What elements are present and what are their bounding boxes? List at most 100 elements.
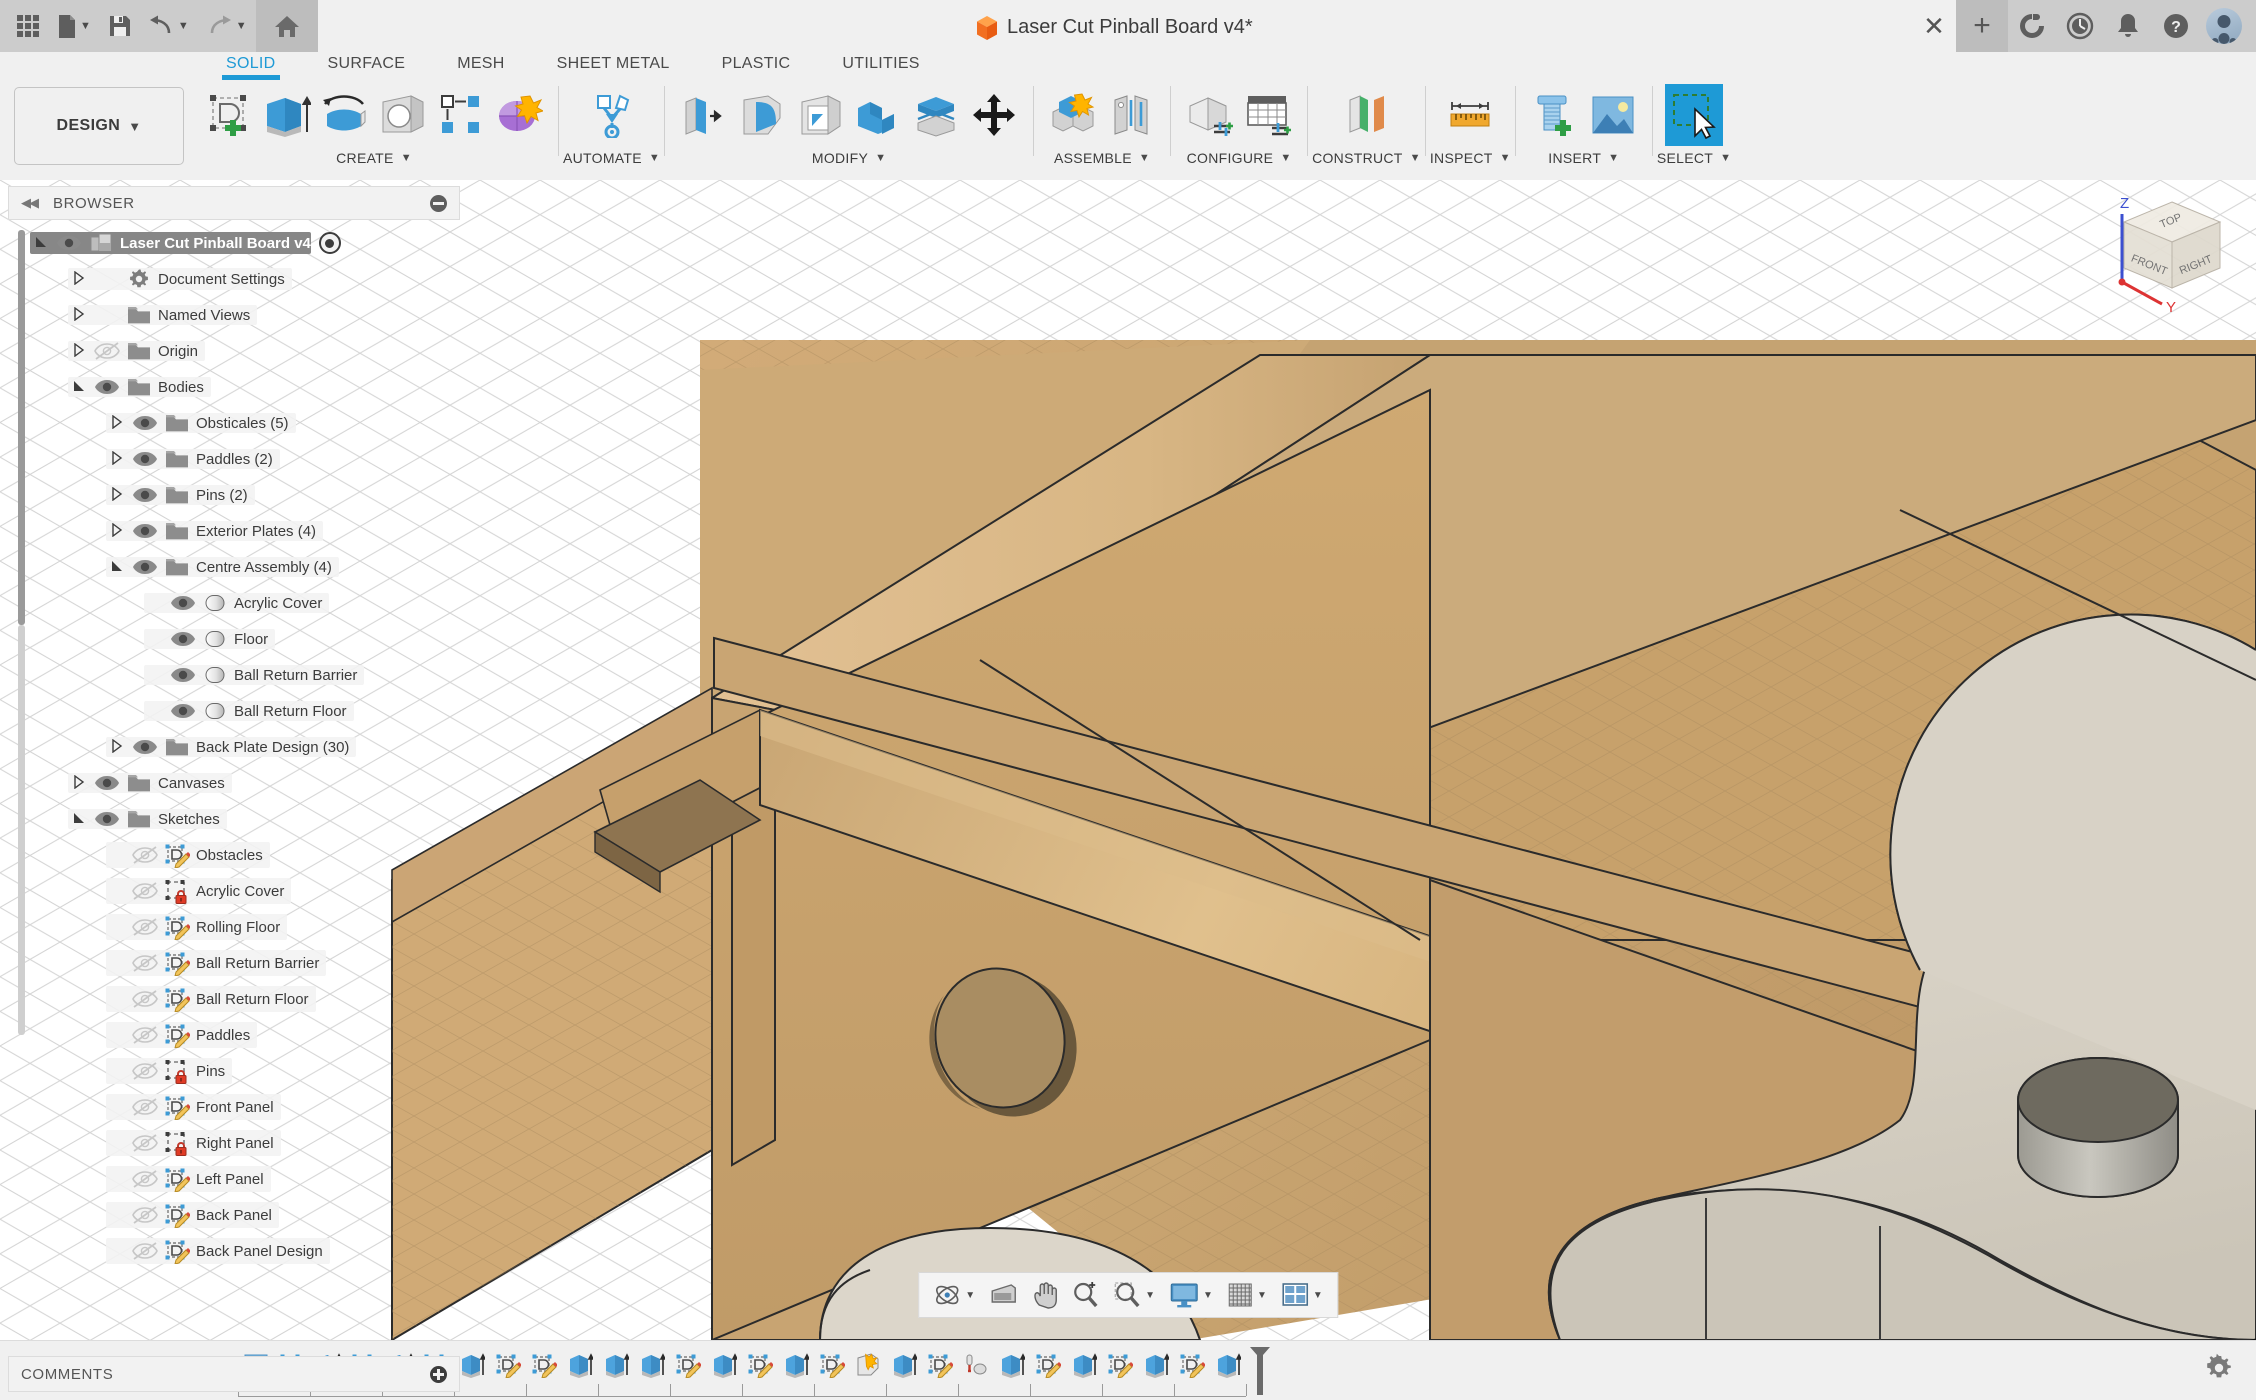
browser-tree-item[interactable]: Document Settings	[8, 261, 460, 297]
timeline-feature[interactable]	[1066, 1345, 1102, 1385]
browser-tree-item[interactable]: Back Panel Design	[8, 1233, 460, 1269]
help-button[interactable]: ?	[2152, 0, 2200, 52]
browser-tree-item[interactable]: Canvases	[8, 765, 460, 801]
browser-tree-item[interactable]: Pins	[8, 1053, 460, 1089]
browser-tree-item[interactable]: Right Panel	[8, 1125, 460, 1161]
job-status-button[interactable]	[2056, 0, 2104, 52]
redo-button[interactable]: ▼	[198, 0, 256, 52]
timeline-feature[interactable]	[742, 1345, 778, 1385]
expand-arrow-open-icon[interactable]	[68, 379, 90, 396]
visibility-toggle-hidden[interactable]	[128, 1241, 162, 1261]
visibility-toggle-hidden[interactable]	[128, 953, 162, 973]
tab-sheet-metal[interactable]: SHEET METAL	[531, 52, 696, 78]
browser-tree-item[interactable]: Ball Return Barrier	[8, 657, 460, 693]
look-at-button[interactable]	[983, 1275, 1023, 1315]
file-button[interactable]: ▼	[48, 0, 100, 52]
browser-tree-item[interactable]: Acrylic Cover	[8, 873, 460, 909]
form-button[interactable]	[490, 84, 548, 146]
configuration-table-button[interactable]	[1239, 84, 1297, 146]
move-copy-button[interactable]	[965, 84, 1023, 146]
rectangular-pattern-button[interactable]	[432, 84, 490, 146]
timeline-feature[interactable]	[1174, 1345, 1210, 1385]
display-settings-button[interactable]: ▼	[1163, 1275, 1219, 1315]
browser-tree-item[interactable]: Back Panel	[8, 1197, 460, 1233]
visibility-toggle-hidden[interactable]	[128, 1025, 162, 1045]
visibility-toggle-hidden[interactable]	[128, 1133, 162, 1153]
browser-tree-item[interactable]: Ball Return Floor	[8, 693, 460, 729]
grid-snap-button[interactable]: ▼	[1221, 1275, 1273, 1315]
timeline-feature[interactable]	[1210, 1345, 1246, 1385]
document-tab[interactable]: Laser Cut Pinball Board v4*	[317, 0, 1912, 52]
expand-arrow-open-icon[interactable]	[106, 559, 128, 576]
new-component-button[interactable]	[1044, 84, 1102, 146]
home-button[interactable]	[255, 0, 318, 52]
browser-tree-item[interactable]: Floor	[8, 621, 460, 657]
timeline-feature[interactable]	[922, 1345, 958, 1385]
save-button[interactable]	[100, 0, 140, 52]
tab-solid[interactable]: SOLID	[200, 52, 302, 80]
tab-plastic[interactable]: PLASTIC	[696, 52, 817, 78]
expand-arrow-closed-icon[interactable]	[106, 738, 128, 756]
visibility-toggle-visible[interactable]	[128, 522, 162, 540]
pan-button[interactable]	[1025, 1275, 1063, 1315]
expand-arrow-closed-icon[interactable]	[106, 414, 128, 432]
comments-panel[interactable]: COMMENTS	[8, 1356, 460, 1392]
visibility-toggle-visible[interactable]	[52, 234, 86, 252]
automated-modeling-button[interactable]	[583, 84, 641, 146]
tab-surface[interactable]: SURFACE	[302, 52, 432, 78]
extrude-button[interactable]	[258, 84, 316, 146]
minimize-panel-icon[interactable]	[430, 194, 447, 212]
workspace-switcher[interactable]: DESIGN ▼	[14, 87, 184, 165]
timeline-feature[interactable]	[562, 1345, 598, 1385]
browser-tree-item[interactable]: Exterior Plates (4)	[8, 513, 460, 549]
visibility-toggle-visible[interactable]	[128, 738, 162, 756]
browser-tree-item[interactable]: Left Panel	[8, 1161, 460, 1197]
expand-arrow-closed-icon[interactable]	[68, 306, 90, 324]
timeline-feature[interactable]	[958, 1345, 994, 1385]
undo-button[interactable]: ▼	[140, 0, 198, 52]
browser-tree-item[interactable]: Ball Return Barrier	[8, 945, 460, 981]
visibility-toggle-hidden[interactable]	[128, 917, 162, 937]
visibility-toggle-visible[interactable]	[90, 774, 124, 792]
expand-arrow-closed-icon[interactable]	[68, 270, 90, 288]
timeline-feature[interactable]	[670, 1345, 706, 1385]
timeline-feature[interactable]	[994, 1345, 1030, 1385]
browser-tree-item[interactable]: Paddles (2)	[8, 441, 460, 477]
visibility-toggle-visible[interactable]	[128, 450, 162, 468]
expand-arrow-closed-icon[interactable]	[68, 774, 90, 792]
new-tab-button[interactable]: +	[1956, 0, 2008, 52]
insert-canvas-button[interactable]	[1584, 84, 1642, 146]
visibility-toggle-hidden[interactable]	[128, 1061, 162, 1081]
expand-arrow-closed-icon[interactable]	[68, 342, 90, 360]
browser-tree-item[interactable]: Pins (2)	[8, 477, 460, 513]
visibility-toggle-hidden[interactable]	[128, 1169, 162, 1189]
browser-tree-item[interactable]: Sketches	[8, 801, 460, 837]
timeline-feature[interactable]	[634, 1345, 670, 1385]
expand-arrow-open-icon[interactable]	[30, 235, 52, 252]
browser-tree-item[interactable]: Back Plate Design (30)	[8, 729, 460, 765]
tab-mesh[interactable]: MESH	[431, 52, 530, 78]
timeline-feature[interactable]	[1138, 1345, 1174, 1385]
view-cube[interactable]: Z Y TOP FRONT RIGHT	[2100, 184, 2246, 316]
combine-button[interactable]	[849, 84, 907, 146]
notifications-button[interactable]	[2104, 0, 2152, 52]
expand-arrow-closed-icon[interactable]	[106, 522, 128, 540]
visibility-toggle-visible[interactable]	[166, 594, 200, 612]
visibility-toggle-visible[interactable]	[90, 378, 124, 396]
offset-plane-button[interactable]	[1337, 84, 1395, 146]
browser-tree-item[interactable]: Obsticales (5)	[8, 405, 460, 441]
timeline-feature[interactable]	[814, 1345, 850, 1385]
visibility-toggle-hidden[interactable]	[128, 1097, 162, 1117]
revolve-button[interactable]	[316, 84, 374, 146]
timeline-feature[interactable]	[1030, 1345, 1066, 1385]
timeline-feature[interactable]	[778, 1345, 814, 1385]
timeline-feature[interactable]	[706, 1345, 742, 1385]
visibility-toggle-visible[interactable]	[128, 558, 162, 576]
timeline-feature[interactable]	[490, 1345, 526, 1385]
measure-button[interactable]	[1441, 84, 1499, 146]
browser-tree-item[interactable]: Ball Return Floor	[8, 981, 460, 1017]
joint-button[interactable]	[1102, 84, 1160, 146]
visibility-toggle-hidden[interactable]	[128, 881, 162, 901]
visibility-toggle-hidden[interactable]	[128, 845, 162, 865]
browser-tree-item[interactable]: Laser Cut Pinball Board v4	[8, 225, 460, 261]
